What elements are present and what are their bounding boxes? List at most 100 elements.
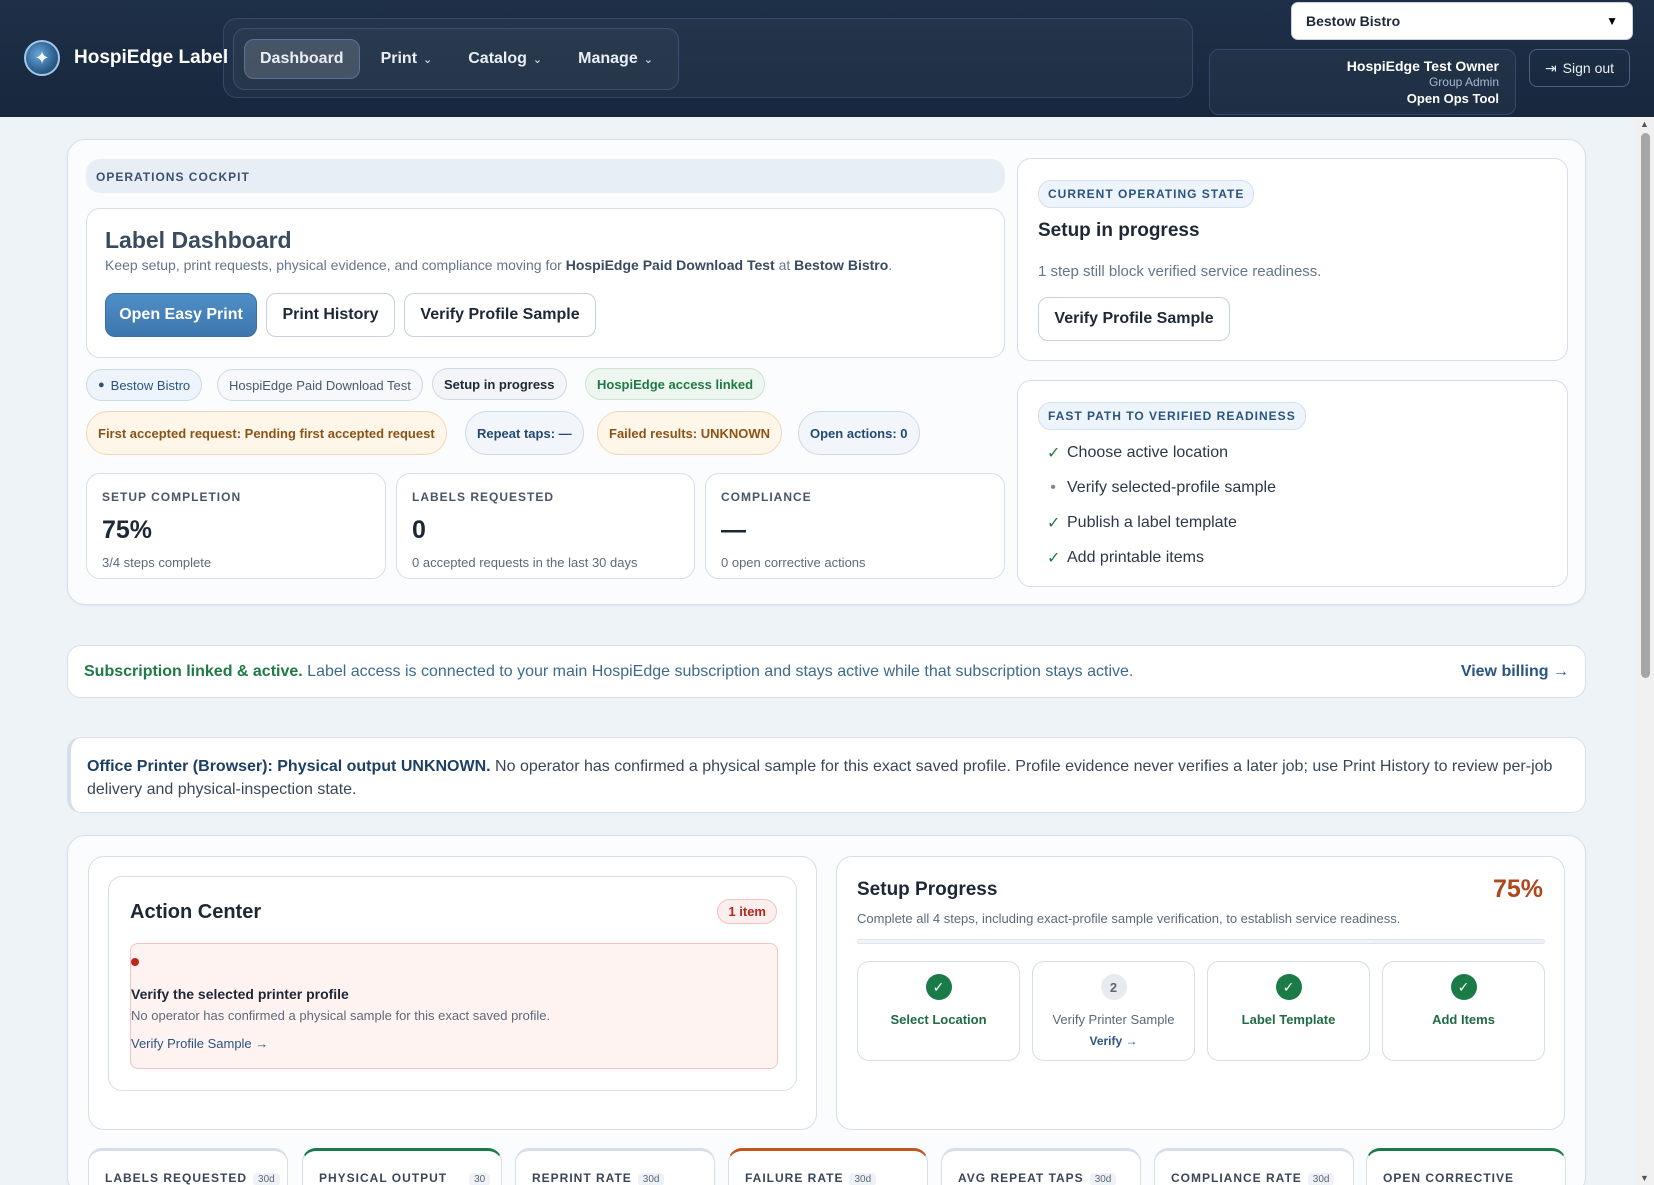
kpi-label: COMPLIANCE RATE	[1171, 1171, 1302, 1185]
subtitle-mid: at	[774, 257, 795, 273]
page-scrollbar[interactable]: ▲ ▼	[1636, 117, 1654, 1185]
location-pill[interactable]: ● Bestow Bistro	[86, 369, 203, 401]
subscription-strong: Subscription linked & active.	[84, 663, 303, 680]
map-pin-icon: ●	[98, 379, 105, 391]
check-icon: ✓	[1047, 514, 1061, 532]
fast-path-item: ✓ Publish a label template	[1047, 505, 1538, 540]
kpi-label: FAILURE RATE	[745, 1171, 844, 1185]
step-label-template[interactable]: ✓ Label Template	[1207, 961, 1370, 1061]
fast-path-item-label: Choose active location	[1067, 443, 1228, 461]
nav-group: Dashboard Print ⌄ Catalog ⌄ Manage ⌄	[233, 28, 679, 90]
operating-state-tag: CURRENT OPERATING STATE	[1038, 180, 1255, 208]
step-add-items[interactable]: ✓ Add Items	[1382, 961, 1545, 1061]
location-select[interactable]: Bestow Bistro ▼	[1291, 2, 1633, 40]
labels-requested-stat: LABELS REQUESTED 0 0 accepted requests i…	[396, 473, 695, 579]
chevron-down-icon: ▼	[1606, 14, 1618, 28]
step-select-location[interactable]: ✓ Select Location	[857, 961, 1020, 1061]
nav-catalog-label: Catalog	[468, 50, 527, 67]
printer-strong: Office Printer (Browser): Physical outpu…	[87, 758, 491, 775]
sign-out-button[interactable]: ⇥ Sign out	[1529, 49, 1630, 87]
compliance-stat: COMPLIANCE — 0 open corrective actions	[705, 473, 1005, 579]
kpi-period: 30d	[253, 1173, 280, 1185]
check-icon: ✓	[925, 974, 952, 1000]
step-label: Select Location	[890, 1012, 987, 1027]
setup-progress-percent: 75%	[1492, 875, 1543, 903]
fast-path-item: ✓ Choose active location	[1047, 435, 1538, 470]
kpi-period: 30d	[637, 1173, 665, 1185]
brand-name: HospiEdge Label	[74, 47, 229, 68]
kpi-label: REPRINT RATE	[532, 1171, 632, 1185]
kpi-period: 30d	[1307, 1173, 1335, 1185]
fast-path-card: FAST PATH TO VERIFIED READINESS ✓ Choose …	[1017, 380, 1568, 587]
check-icon: ✓	[1047, 444, 1061, 462]
nav-print-label: Print	[380, 50, 418, 67]
setup-progress-track	[857, 939, 1545, 944]
subscription-text: Label access is connected to your main H…	[302, 663, 1134, 680]
verify-profile-sample-button[interactable]: Verify Profile Sample	[404, 293, 596, 337]
scroll-thumb[interactable]	[1641, 133, 1650, 678]
brand[interactable]: ✦ HospiEdge Label	[24, 40, 228, 76]
setup-progress-title: Setup Progress	[857, 879, 998, 900]
stat-label: SETUP COMPLETION	[102, 490, 242, 504]
nav-print[interactable]: Print ⌄	[366, 40, 448, 78]
nav-dashboard-label: Dashboard	[260, 50, 344, 67]
failed-results-pill: Failed results: UNKNOWN	[597, 411, 783, 455]
nav-manage-label: Manage	[578, 50, 638, 67]
subtitle-location: Bestow Bistro	[794, 257, 889, 273]
user-role: Group Admin	[1428, 75, 1499, 89]
open-easy-print-button[interactable]: Open Easy Print	[105, 293, 257, 337]
nav-manage[interactable]: Manage ⌄	[563, 40, 668, 78]
stat-value: —	[721, 516, 746, 544]
setup-completion-stat: SETUP COMPLETION 75% 3/4 steps complete	[86, 473, 386, 579]
step-verify-printer-sample[interactable]: 2 Verify Printer Sample Verify →	[1032, 961, 1195, 1061]
kpi-open-corrective: OPEN CORRECTIVE	[1366, 1148, 1566, 1185]
kpi-avg-repeat-taps: AVG REPEAT TAPS 30d	[941, 1148, 1141, 1185]
nav-dashboard[interactable]: Dashboard	[244, 39, 360, 79]
kpi-period: 30	[469, 1173, 491, 1185]
action-item-link[interactable]: Verify Profile Sample →	[131, 1036, 268, 1051]
kpi-label: PHYSICAL OUTPUT	[319, 1171, 448, 1185]
repeat-taps-pill: Repeat taps: —	[465, 411, 584, 455]
open-actions-pill: Open actions: 0	[798, 411, 920, 455]
operating-state-title: Setup in progress	[1038, 220, 1200, 241]
user-info: HospiEdge Test Owner Group Admin Open Op…	[1209, 49, 1516, 115]
subscription-banner: Subscription linked & active. Label acce…	[67, 645, 1586, 698]
kpi-physical-output: PHYSICAL OUTPUT 30	[302, 1148, 502, 1185]
step-verify-link[interactable]: Verify →	[1033, 1034, 1194, 1048]
fast-path-item-label: Publish a label template	[1067, 513, 1237, 531]
fast-path-tag: FAST PATH TO VERIFIED READINESS	[1038, 402, 1306, 430]
kpi-failure-rate: FAILURE RATE 30d	[728, 1148, 928, 1185]
setup-state-pill: Setup in progress	[432, 368, 567, 400]
kpi-label: LABELS REQUESTED	[105, 1171, 248, 1185]
nav-catalog[interactable]: Catalog ⌄	[453, 40, 557, 78]
check-icon: ✓	[1047, 549, 1061, 567]
kpi-labels-requested: LABELS REQUESTED 30d	[88, 1148, 288, 1185]
scroll-up-icon[interactable]: ▲	[1640, 119, 1649, 129]
action-item: Verify the selected printer profile No o…	[130, 943, 778, 1069]
fast-path-item-label: Verify selected-profile sample	[1067, 478, 1276, 496]
kpi-reprint-rate: REPRINT RATE 30d	[515, 1148, 715, 1185]
setup-progress-fill	[858, 940, 1373, 943]
print-history-button[interactable]: Print History	[266, 293, 395, 337]
kpi-period: 30d	[849, 1173, 877, 1185]
open-ops-tool-link[interactable]: Open Ops Tool	[1226, 91, 1499, 106]
step-label: Label Template	[1241, 1012, 1336, 1027]
check-icon: ✓	[1275, 974, 1302, 1000]
stat-label: LABELS REQUESTED	[412, 490, 555, 504]
page-subtitle: Keep setup, print requests, physical evi…	[105, 257, 892, 273]
organization-pill: HospiEdge Paid Download Test	[217, 369, 423, 401]
setup-progress-desc: Complete all 4 steps, including exact-pr…	[857, 911, 1401, 926]
kpi-label: AVG REPEAT TAPS	[958, 1171, 1084, 1185]
view-billing-link[interactable]: View billing →	[1461, 663, 1569, 681]
user-name: HospiEdge Test Owner	[1346, 58, 1499, 74]
action-count-badge: 1 item	[717, 899, 777, 924]
action-center-card: Action Center 1 item Verify the selected…	[108, 876, 797, 1091]
stat-value: 75%	[102, 516, 153, 544]
alert-dot-icon	[131, 958, 139, 966]
step-label: Add Items	[1432, 1012, 1495, 1027]
kpi-label: OPEN CORRECTIVE	[1383, 1171, 1515, 1185]
cockpit-eyebrow: OPERATIONS COCKPIT	[86, 159, 1005, 193]
scroll-down-icon[interactable]: ▼	[1640, 1173, 1649, 1183]
step-number: 2	[1100, 974, 1127, 1000]
operating-state-verify-button[interactable]: Verify Profile Sample	[1038, 297, 1230, 341]
